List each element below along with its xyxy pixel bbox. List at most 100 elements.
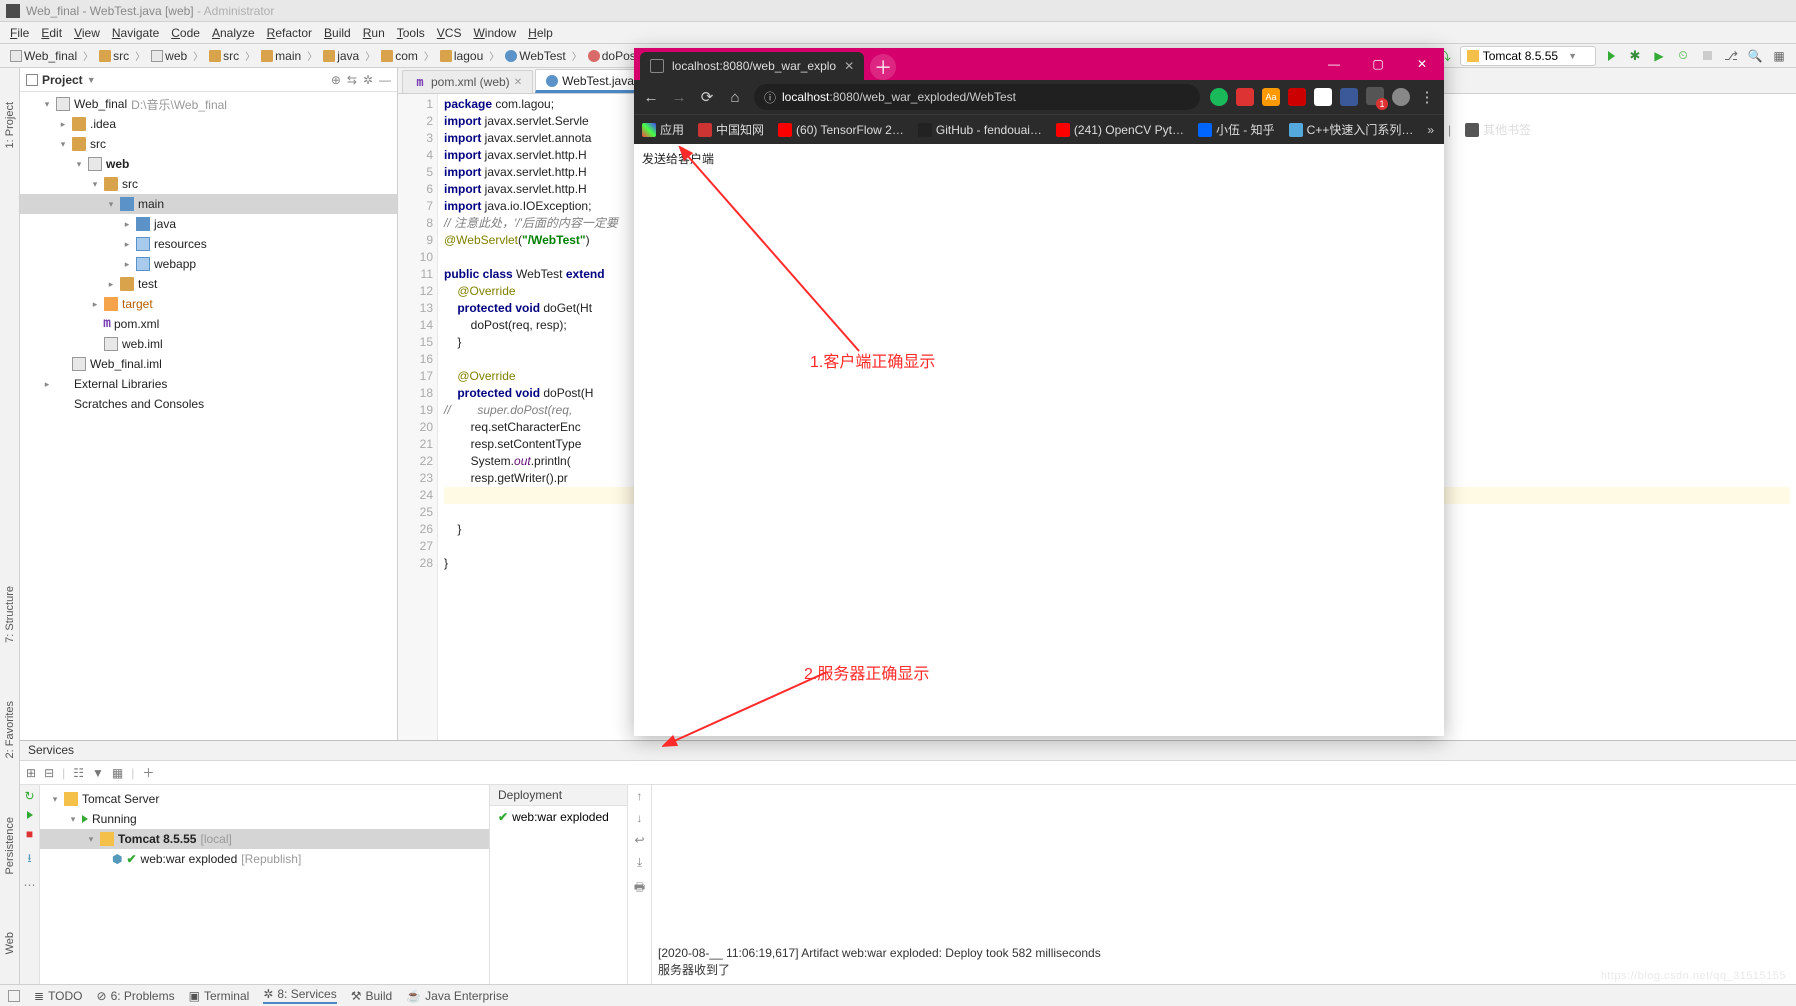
tree-row[interactable]: ▸External Libraries [20,374,397,394]
address-bar[interactable]: ⓘ localhost:8080/web_war_exploded/WebTes… [754,84,1200,110]
tree-row[interactable]: mpom.xml [20,314,397,334]
more-icon[interactable]: ⋯ [24,878,36,892]
home-button[interactable]: ⌂ [726,89,744,106]
tab-services[interactable]: ✲ 8: Services [263,987,336,1004]
run-config-dropdown[interactable]: Tomcat 8.5.55 ▼ [1460,46,1596,66]
ext-icon[interactable] [1340,88,1358,106]
add-icon[interactable]: ＋ [142,764,154,781]
bookmark-item[interactable]: GitHub - fendouai… [918,123,1042,137]
stop-button[interactable] [1698,47,1716,65]
strip-persistence[interactable]: Persistence [4,813,16,878]
crumb[interactable]: web [149,49,189,63]
run-icon[interactable] [27,811,33,819]
deploy-item[interactable]: web:war exploded [512,810,609,824]
tree-row[interactable]: Web_final.iml [20,354,397,374]
tree-row[interactable]: ▸java [20,214,397,234]
profile-button[interactable]: ⏲ [1674,47,1692,65]
coverage-button[interactable]: ▶ [1650,47,1668,65]
browser-tab[interactable]: localhost:8080/web_war_explo ✕ [640,52,864,80]
menu-run[interactable]: Run [357,26,391,40]
filter-icon[interactable]: ▼ [92,766,104,780]
crumb[interactable]: src [207,49,241,63]
tree-row[interactable]: ▾src [20,134,397,154]
kebab-menu-icon[interactable]: ⋮ [1418,88,1436,106]
bookmark-overflow-icon[interactable]: » [1427,123,1434,137]
menu-edit[interactable]: Edit [35,26,68,40]
close-button[interactable]: ✕ [1400,48,1444,80]
site-info-icon[interactable]: ⓘ [764,89,776,106]
tree-row[interactable]: ▸target [20,294,397,314]
menu-file[interactable]: File [4,26,35,40]
editor-tab[interactable]: mpom.xml (web)✕ [402,70,533,93]
bookmark-item[interactable]: (241) OpenCV Pyt… [1056,123,1184,137]
menu-navigate[interactable]: Navigate [106,26,165,40]
settings-icon[interactable]: ✲ [363,73,373,87]
crumb[interactable]: src [97,49,131,63]
strip-favorites[interactable]: 2: Favorites [4,697,16,762]
locate-icon[interactable]: ⊕ [331,73,341,87]
tree-row[interactable]: Scratches and Consoles [20,394,397,414]
crumb[interactable]: WebTest [503,49,567,63]
menu-vcs[interactable]: VCS [431,26,468,40]
strip-structure[interactable]: 7: Structure [4,582,16,647]
menu-tools[interactable]: Tools [391,26,431,40]
back-button[interactable]: ← [642,89,660,106]
bookmark-item[interactable]: 小伍 - 知乎 [1198,121,1275,138]
notifications-icon[interactable]: 1 [1366,87,1384,108]
layout-icon[interactable]: ▦ [112,766,123,780]
avatar-icon[interactable] [1392,88,1410,106]
bookmark-item[interactable]: C++快速入门系列… [1289,121,1414,138]
tree-row[interactable]: ▾Web_finalD:\音乐\Web_final [20,94,397,114]
tab-problems[interactable]: ⊘ 6: Problems [97,989,175,1003]
tab-todo[interactable]: ≣ TODO [34,989,83,1003]
tree-row[interactable]: ▸test [20,274,397,294]
tab-build[interactable]: ⚒ Build [351,989,392,1003]
ext-icon[interactable]: Aa [1262,88,1280,106]
down-icon[interactable]: ↓ [637,811,643,825]
scroll-icon[interactable]: ⤓ [637,855,642,870]
vcs-button[interactable]: ⎇ [1722,47,1740,65]
console-output[interactable]: [2020-08-__ 11:06:19,617] Artifact web:w… [652,785,1796,984]
menu-view[interactable]: View [68,26,106,40]
crumb[interactable]: com [379,49,420,63]
menu-window[interactable]: Window [467,26,522,40]
tree-row[interactable]: ▸webapp [20,254,397,274]
ext-icon[interactable] [1288,88,1306,106]
tree-row[interactable]: ▸.idea [20,114,397,134]
close-icon[interactable]: ✕ [514,77,522,88]
tree-row[interactable]: ▾web [20,154,397,174]
menu-refactor[interactable]: Refactor [261,26,318,40]
stop-icon[interactable]: ■ [26,827,33,841]
tab-close-icon[interactable]: ✕ [844,59,854,73]
reload-button[interactable]: ⟳ [698,88,716,106]
crumb[interactable]: doPost [586,49,641,63]
tab-terminal[interactable]: ▣ Terminal [189,989,250,1003]
strip-project[interactable]: 1: Project [4,98,16,152]
menu-analyze[interactable]: Analyze [206,26,261,40]
tree-row[interactable]: web.iml [20,334,397,354]
hide-icon[interactable]: — [379,73,391,87]
ext-icon[interactable] [1314,88,1332,106]
ext-icon[interactable] [1210,88,1228,106]
forward-button[interactable]: → [670,89,688,106]
ext-icon[interactable] [1236,88,1254,106]
other-bookmarks[interactable]: 其他书签 [1465,121,1531,138]
crumb[interactable]: main [259,49,303,63]
apps-button[interactable]: 应用 [642,121,684,138]
collapse-icon[interactable]: ⇆ [347,73,357,87]
search-everywhere-button[interactable]: 🔍 [1746,47,1764,65]
crumb[interactable]: java [321,49,361,63]
minimize-button[interactable]: — [1312,48,1356,80]
new-tab-button[interactable]: ＋ [870,54,896,80]
debug-button[interactable]: ✱ [1626,47,1644,65]
group-icon[interactable]: ☷ [73,766,84,780]
maximize-button[interactable]: ▢ [1356,48,1400,80]
bookmark-item[interactable]: 中国知网 [698,121,764,138]
rerun-icon[interactable]: ↻ [24,789,34,803]
menu-code[interactable]: Code [165,26,206,40]
bookmark-item[interactable]: (60) TensorFlow 2… [778,123,904,137]
up-icon[interactable]: ↑ [637,789,643,803]
print-icon[interactable]: 🖶 [634,878,645,899]
tree-row[interactable]: ▾src [20,174,397,194]
expand-all-icon[interactable]: ⊞ [26,766,36,780]
